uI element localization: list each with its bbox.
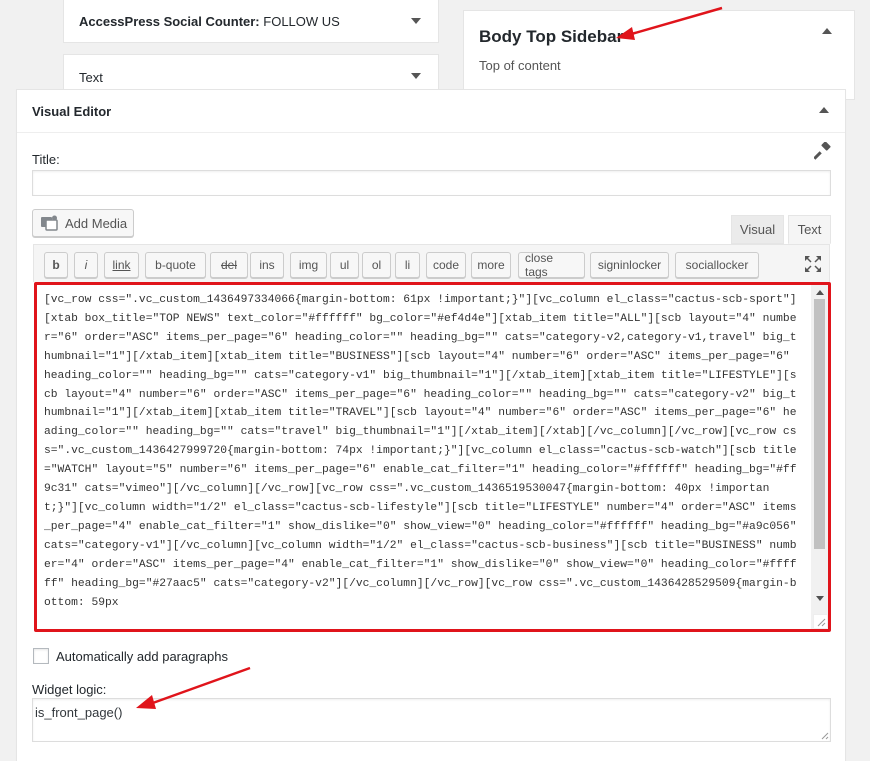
scroll-up-icon[interactable]	[816, 290, 824, 295]
sidebar-title: Body Top Sidebar	[479, 27, 624, 46]
widget-visual-editor[interactable]: Visual Editor Title: Add Media Visual Te…	[16, 89, 846, 761]
scroll-thumb[interactable]	[814, 299, 825, 549]
tab-visual[interactable]: Visual	[731, 215, 784, 244]
toggle-arrow-icon[interactable]	[819, 107, 829, 113]
qt-ul-button[interactable]: ul	[330, 252, 359, 278]
content-scrollbar[interactable]	[811, 285, 828, 629]
qt-link-button[interactable]: link	[104, 252, 139, 278]
tab-text-label: Text	[797, 222, 822, 237]
scroll-down-icon[interactable]	[816, 596, 824, 601]
qt-close-tags-button[interactable]: close tags	[518, 251, 585, 279]
qt-bold-button[interactable]: b	[44, 252, 68, 278]
qt-ol-button[interactable]: ol	[362, 252, 391, 278]
widget-text[interactable]: Text	[63, 54, 439, 94]
toggle-arrow-icon[interactable]	[822, 28, 832, 34]
hammer-icon[interactable]	[814, 142, 832, 160]
qt-ins-button[interactable]: ins	[250, 252, 284, 278]
auto-paragraphs-checkbox[interactable]	[33, 648, 49, 664]
add-media-icon	[41, 215, 58, 231]
qt-signinlocker-button[interactable]: signinlocker	[590, 252, 669, 278]
add-media-button[interactable]: Add Media	[32, 209, 134, 237]
resize-handle-icon[interactable]	[819, 730, 829, 740]
qt-img-button[interactable]: img	[290, 252, 327, 278]
widget-title: Text	[79, 70, 103, 85]
content-textarea[interactable]: [vc_row css=".vc_custom_1436497334066{ma…	[34, 282, 831, 632]
quicktags-toolbar: b i link b-quote del ins img ul ol li co…	[33, 244, 830, 282]
sidebar-description: Top of content	[479, 58, 561, 73]
widget-title: Visual Editor	[32, 104, 112, 119]
qt-sociallocker-button[interactable]: sociallocker	[675, 252, 759, 278]
toggle-arrow-icon[interactable]	[411, 73, 421, 79]
widget-logic-label: Widget logic:	[32, 682, 107, 697]
qt-italic-button[interactable]: i	[74, 252, 98, 278]
auto-paragraphs-label: Automatically add paragraphs	[56, 649, 228, 664]
title-label: Title:	[32, 152, 60, 167]
toggle-arrow-icon[interactable]	[411, 18, 421, 24]
qt-blockquote-button[interactable]: b-quote	[145, 252, 206, 278]
widget-header[interactable]: Visual Editor	[17, 90, 845, 133]
widget-title: AccessPress Social Counter: FOLLOW US	[79, 14, 340, 29]
widget-logic-textarea[interactable]: is_front_page()	[32, 698, 831, 742]
content-text[interactable]: [vc_row css=".vc_custom_1436497334066{ma…	[44, 291, 802, 617]
qt-code-button[interactable]: code	[426, 252, 466, 278]
qt-li-button[interactable]: li	[395, 252, 420, 278]
resize-handle-icon[interactable]	[813, 614, 827, 628]
widget-title-main: AccessPress Social Counter:	[79, 14, 260, 29]
title-input[interactable]	[32, 170, 831, 196]
qt-del-button[interactable]: del	[210, 252, 248, 278]
tab-visual-label: Visual	[739, 222, 776, 237]
add-media-label: Add Media	[65, 215, 128, 231]
tab-text[interactable]: Text	[788, 215, 831, 244]
widget-social-counter[interactable]: AccessPress Social Counter: FOLLOW US	[63, 0, 439, 43]
fullscreen-icon[interactable]	[804, 255, 822, 273]
sidebar-body-top[interactable]: Body Top Sidebar Top of content	[463, 10, 855, 100]
widget-logic-value[interactable]: is_front_page()	[35, 705, 122, 720]
widget-title-subtitle: FOLLOW US	[263, 14, 340, 29]
qt-more-button[interactable]: more	[471, 252, 511, 278]
